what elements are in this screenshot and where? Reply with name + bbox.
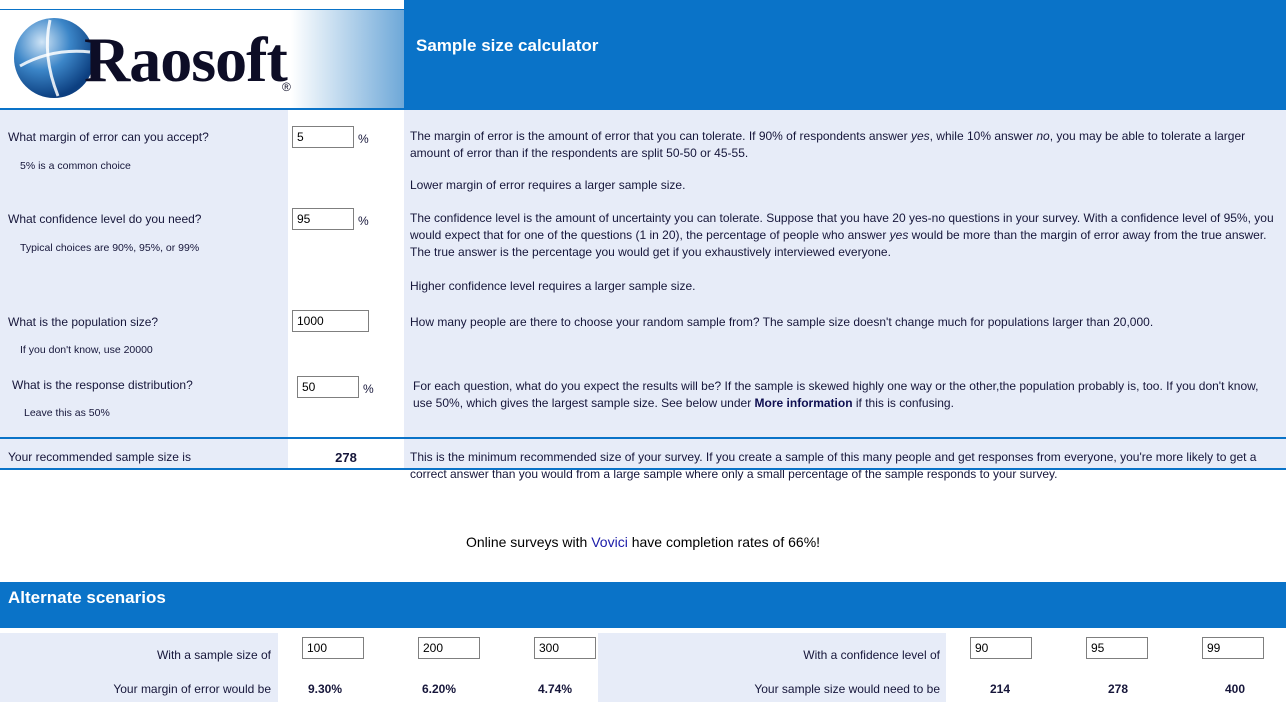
question-confidence-level: What confidence level do you need? [8,212,202,226]
question-margin-of-error: What margin of error can you accept? [8,130,209,144]
confidence-level-input[interactable] [292,208,354,230]
question-response-distribution: What is the response distribution? [12,378,193,392]
alt-size-result-2: 278 [1107,682,1129,696]
header-divider-top [0,9,404,10]
alt-sample-size-input-1[interactable] [302,637,364,659]
hint-response-distribution: Leave this as 50% [24,407,110,419]
alt-confidence-input-2[interactable] [1086,637,1148,659]
alt-margin-result-3: 4.74% [537,682,573,696]
desc-confidence-level-note: Higher confidence level requires a large… [410,279,696,293]
alt-sample-size-input-2[interactable] [418,637,480,659]
alt-size-result-3: 400 [1224,682,1246,696]
percent-sign: % [363,382,374,396]
population-size-input[interactable] [292,310,369,332]
response-distribution-input[interactable] [297,376,359,398]
desc-margin-of-error-note: Lower margin of error requires a larger … [410,178,686,192]
alternate-title: Alternate scenarios [8,588,166,607]
hint-population-size: If you don't know, use 20000 [20,344,153,356]
alt-confidence-input-3[interactable] [1202,637,1264,659]
result-desc: This is the minimum recommended size of … [410,450,1257,481]
alt-size-result-1: 214 [989,682,1011,696]
desc-confidence-level: The confidence level is the amount of un… [410,211,1274,259]
percent-sign: % [358,132,369,146]
alt-right-label-1: With a confidence level of [803,648,940,662]
alternate-header [0,582,1286,628]
percent-sign: % [358,214,369,228]
page-title: Sample size calculator [416,36,599,55]
hint-confidence-level: Typical choices are 90%, 95%, or 99% [20,242,200,254]
logo: Raosoft ® [8,12,338,106]
alt-left-label-2: Your margin of error would be [113,682,271,696]
alt-sample-size-input-3[interactable] [534,637,596,659]
alt-right-label-2: Your sample size would need to be [754,682,940,696]
logo-text: Raosoft [84,24,288,95]
alt-confidence-input-1[interactable] [970,637,1032,659]
vovici-link[interactable]: Vovici [591,534,628,550]
question-population-size: What is the population size? [8,315,159,329]
margin-of-error-input[interactable] [292,126,354,148]
result-divider-bottom [0,468,1286,470]
promo-text: Online surveys with Vovici have completi… [465,534,821,550]
result-sample-size: 278 [335,450,357,465]
logo-registered: ® [282,80,291,94]
alt-margin-result-1: 9.30% [307,682,343,696]
alt-margin-result-2: 6.20% [421,682,457,696]
desc-margin-of-error: The margin of error is the amount of err… [410,129,1246,160]
desc-population-size: How many people are there to choose your… [410,315,1154,329]
result-label: Your recommended sample size is [8,450,191,464]
alt-left-label-1: With a sample size of [156,648,271,662]
hint-margin-of-error: 5% is a common choice [20,160,131,172]
desc-response-distribution: For each question, what do you expect th… [413,379,1259,410]
